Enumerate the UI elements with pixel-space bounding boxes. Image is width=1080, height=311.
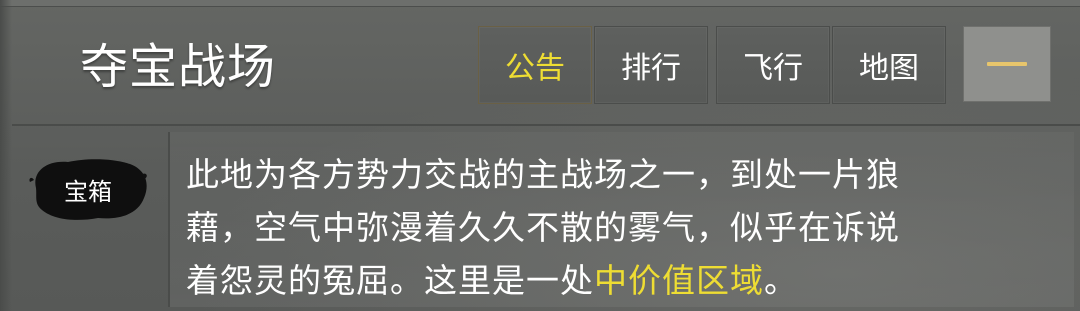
map-info-panel: 夺宝战场 公告 排行 飞行 地图 宝箱 此地为各方势力交战的主战场之一，到处一片… [0,0,1080,311]
zone-description: 此地为各方势力交战的主战场之一，到处一片狼 藉，空气中弥漫着久久不散的雾气，似乎… [186,148,1066,307]
minimize-button[interactable] [963,26,1051,102]
tab-announcement[interactable]: 公告 [478,26,592,104]
description-line: 藉，空气中弥漫着久久不散的雾气，似乎在诉说 [186,208,900,247]
header-divider [12,124,1080,126]
description-text: 着怨灵的冤屈。这里是一处 [186,261,594,300]
left-edge-shadow [0,0,12,311]
tab-map[interactable]: 地图 [832,26,946,104]
page-title: 夺宝战场 [80,39,277,95]
tab-ranking[interactable]: 排行 [594,26,708,104]
value-tier-highlight: 中价值区域 [594,261,764,300]
minus-icon [987,62,1027,66]
tab-fly[interactable]: 飞行 [716,26,830,104]
badge-label: 宝箱 [64,177,112,206]
top-border [0,0,1080,7]
description-text: 。 [764,261,798,300]
treasure-chest-badge[interactable]: 宝箱 [26,152,150,226]
description-line: 此地为各方势力交战的主战场之一，到处一片狼 [186,155,900,194]
description-line: 着怨灵的冤屈。这里是一处中价值区域。 [186,254,1066,307]
